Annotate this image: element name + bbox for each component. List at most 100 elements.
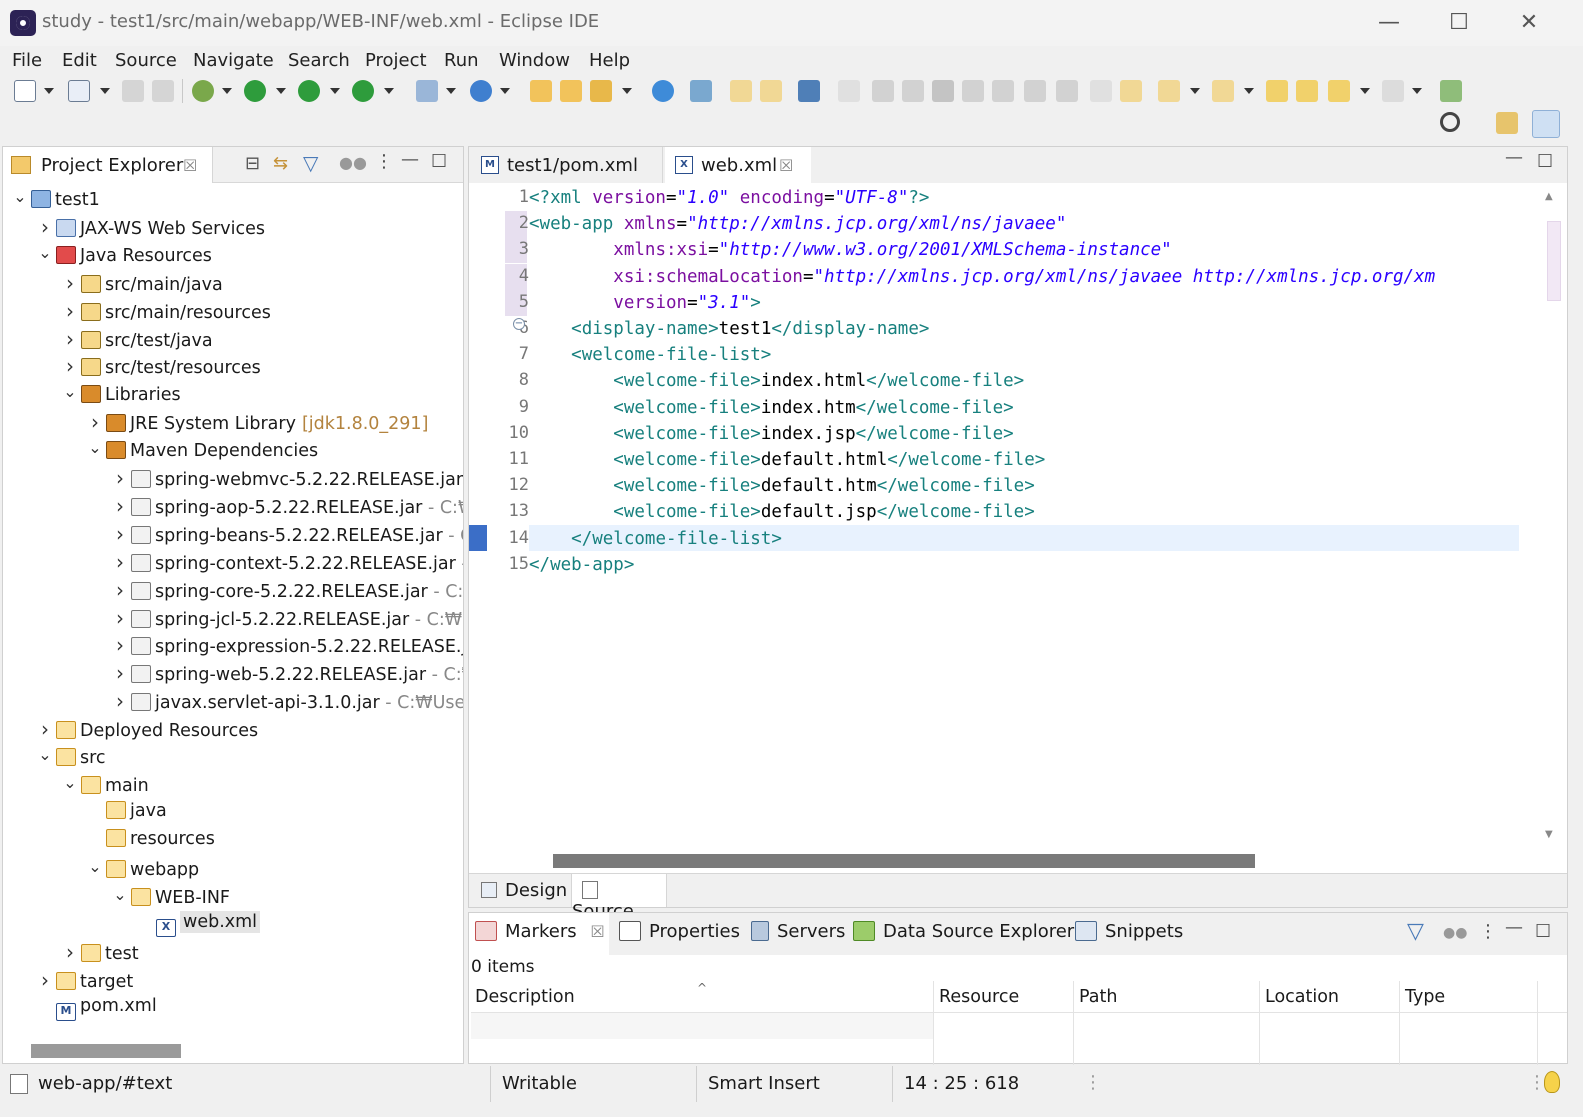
tree-item[interactable]: › spring-web-5.2.22.RELEASE.jar - C:₩U — [109, 661, 463, 689]
column-resource[interactable]: Resource — [939, 987, 1019, 1007]
new-java-class-icon[interactable] — [470, 80, 492, 102]
debug-icon[interactable] — [192, 80, 214, 102]
expanded-arrow-icon[interactable]: ⌄ — [84, 438, 106, 457]
close-button[interactable]: ✕ — [1506, 6, 1552, 40]
collapsed-arrow-icon[interactable]: › — [59, 940, 81, 964]
collapsed-arrow-icon[interactable]: › — [109, 633, 131, 657]
column-description[interactable]: Description — [475, 987, 575, 1007]
focus-icon[interactable]: ●● — [1443, 925, 1467, 941]
expanded-arrow-icon[interactable]: ⌄ — [59, 382, 81, 401]
coverage-icon[interactable] — [298, 80, 320, 102]
forward-dropdown-icon[interactable] — [1412, 88, 1422, 94]
forward-edit-icon[interactable] — [1296, 80, 1318, 102]
tree-item[interactable]: ⌄ Java Resources — [34, 243, 212, 271]
tree-item[interactable]: › spring-expression-5.2.22.RELEASE.jar — [109, 633, 463, 661]
new-icon[interactable] — [14, 80, 36, 102]
tree-item[interactable]: › src/main/resources — [59, 299, 271, 327]
tree-item[interactable]: java — [84, 800, 167, 829]
step-into-icon[interactable] — [992, 80, 1014, 102]
new-file-dropdown-icon[interactable] — [100, 88, 110, 94]
tree-item[interactable]: ⌄ WEB-INF — [109, 885, 230, 913]
run-dropdown-icon[interactable] — [276, 88, 286, 94]
forward-icon[interactable] — [1382, 80, 1404, 102]
next-annotation-dropdown-icon[interactable] — [1190, 88, 1200, 94]
external-tools-icon[interactable] — [352, 80, 374, 102]
tab-source[interactable]: Source — [571, 874, 667, 922]
tree-item[interactable]: ⌄ Maven Dependencies — [84, 438, 318, 466]
menu-navigate[interactable]: Navigate — [193, 50, 274, 71]
collapsed-arrow-icon[interactable]: › — [59, 299, 81, 323]
tree-item[interactable]: › spring-beans-5.2.22.RELEASE.jar - C:₩ — [109, 522, 463, 550]
tree-item[interactable]: ›spring-webmvc-5.2.22.RELEASE.jar - — [109, 466, 463, 494]
menu-search[interactable]: Search — [288, 50, 350, 71]
editor-horizontal-scrollbar[interactable] — [553, 854, 1255, 868]
menu-source[interactable]: Source — [115, 50, 177, 71]
java-ee-perspective-icon[interactable] — [1532, 110, 1560, 138]
close-tab-icon[interactable]: ☒ — [183, 156, 197, 175]
close-tab-icon[interactable]: ☒ — [779, 156, 793, 175]
horizontal-scrollbar[interactable] — [31, 1044, 181, 1058]
search-icon[interactable] — [1440, 112, 1460, 132]
filter-icon[interactable]: ▽ — [303, 151, 318, 175]
terminate-icon[interactable] — [932, 80, 954, 102]
tree-item[interactable]: resources — [84, 828, 215, 857]
disconnect-icon[interactable] — [962, 80, 984, 102]
open-perspective-icon[interactable] — [1496, 112, 1518, 134]
tab-design[interactable]: Design — [469, 874, 569, 907]
class-dropdown-icon[interactable] — [500, 88, 510, 94]
tree-item[interactable]: ⌄ Libraries — [59, 382, 180, 410]
tree-item[interactable]: ⌄ src — [34, 745, 105, 773]
tree-item[interactable]: › JAX-WS Web Services — [34, 215, 265, 243]
collapsed-arrow-icon[interactable]: › — [34, 717, 56, 741]
tree-item[interactable]: › test — [59, 940, 139, 968]
menu-edit[interactable]: Edit — [62, 50, 97, 71]
new-server-icon[interactable] — [416, 80, 438, 102]
maximize-button[interactable]: ☐ — [1436, 6, 1482, 40]
tab-markers[interactable]: Markers ☒ — [475, 921, 605, 942]
collapsed-arrow-icon[interactable]: › — [109, 689, 131, 713]
debug-dropdown-icon[interactable] — [222, 88, 232, 94]
tab-snippets[interactable]: Snippets — [1075, 921, 1183, 942]
tree-item[interactable]: ⌄ main — [59, 773, 148, 801]
next-annotation-icon[interactable] — [1158, 80, 1180, 102]
new-file-icon[interactable] — [68, 80, 90, 102]
expanded-arrow-icon[interactable]: ⌄ — [84, 857, 106, 876]
coverage-dropdown-icon[interactable] — [330, 88, 340, 94]
tab-pom-xml[interactable]: M test1/pom.xml — [469, 147, 663, 183]
use-step-filters-icon[interactable] — [1120, 80, 1142, 102]
back-dropdown-icon[interactable] — [1360, 88, 1370, 94]
menu-project[interactable]: Project — [365, 50, 427, 71]
expanded-arrow-icon[interactable]: ⌄ — [9, 187, 31, 206]
column-type[interactable]: Type — [1405, 987, 1445, 1007]
tree-item[interactable]: › src/test/resources — [59, 354, 261, 382]
drop-to-frame-icon[interactable] — [1090, 80, 1112, 102]
minimize-button[interactable]: — — [1366, 6, 1412, 40]
collapsed-arrow-icon[interactable]: › — [109, 606, 131, 630]
expanded-arrow-icon[interactable]: ⌄ — [34, 745, 56, 764]
tree-item[interactable]: › javax.servlet-api-3.1.0.jar - C:₩Users₩ — [109, 689, 463, 717]
last-edit-location-icon[interactable] — [1266, 80, 1288, 102]
resume-icon[interactable] — [872, 80, 894, 102]
minimize-view-icon[interactable]: — — [1505, 917, 1523, 938]
console-icon[interactable] — [798, 80, 820, 102]
collapsed-arrow-icon[interactable]: › — [109, 522, 131, 546]
tree-item[interactable]: › src/main/java — [59, 271, 223, 299]
open-type-icon[interactable] — [530, 80, 552, 102]
new-dropdown-icon[interactable] — [44, 88, 54, 94]
mark-icon[interactable] — [730, 80, 752, 102]
maximize-view-icon[interactable]: ☐ — [1535, 921, 1551, 942]
tree-item[interactable]: ⌄ test1 — [9, 187, 99, 215]
deploy-icon[interactable] — [690, 80, 712, 102]
tree-item[interactable]: ⌄ webapp — [84, 857, 199, 885]
tree-item[interactable]: › src/test/java — [59, 327, 213, 355]
link-with-editor-icon[interactable]: ⇆ — [273, 153, 288, 174]
expanded-arrow-icon[interactable]: ⌄ — [59, 773, 81, 792]
task-icon[interactable] — [760, 80, 782, 102]
tab-project-explorer[interactable]: Project Explorer ☒ — [3, 147, 213, 183]
server-dropdown-icon[interactable] — [446, 88, 456, 94]
menu-run[interactable]: Run — [444, 50, 479, 71]
collapsed-arrow-icon[interactable]: › — [109, 661, 131, 685]
step-return-icon[interactable] — [1056, 80, 1078, 102]
collapsed-arrow-icon[interactable]: › — [59, 354, 81, 378]
close-tab-icon[interactable]: ☒ — [590, 922, 604, 941]
